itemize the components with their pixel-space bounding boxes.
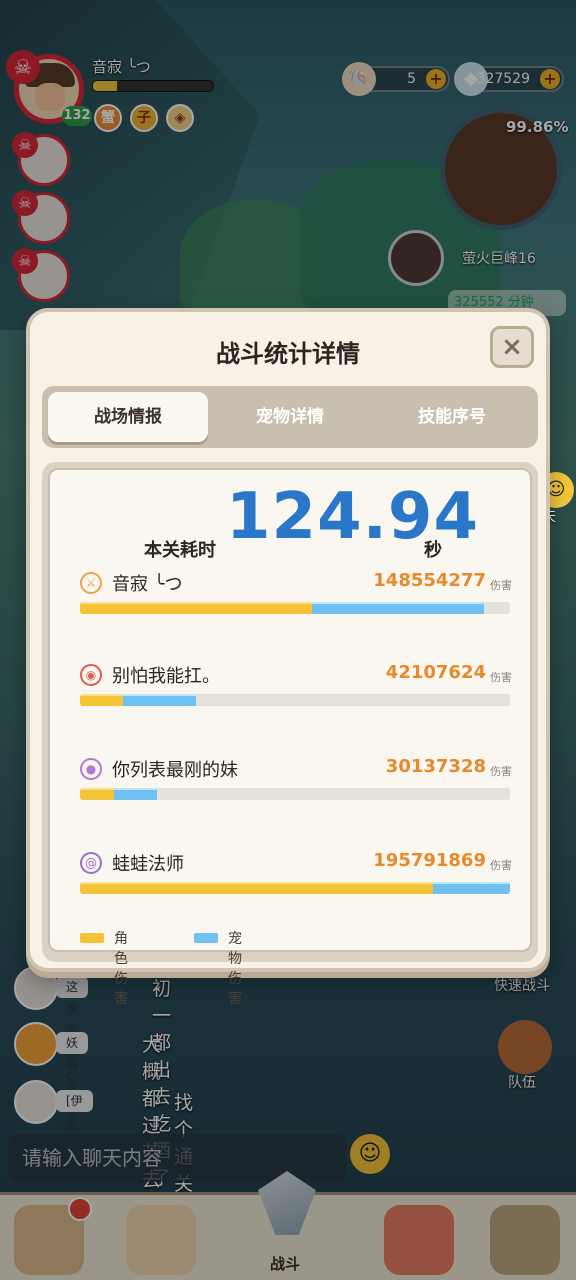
legend-role-label: 角色伤害 xyxy=(114,931,128,1007)
legend-pet-swatch xyxy=(194,933,218,943)
damage-player-name: 别怕我能扛。 xyxy=(112,666,220,687)
modal-title: 战斗统计详情 xyxy=(216,340,360,368)
tab-pet-details[interactable]: 宠物详情 xyxy=(210,392,370,442)
damage-bar xyxy=(80,788,510,800)
damage-total: 42107624 xyxy=(385,662,486,683)
pet-damage-bar xyxy=(114,788,158,800)
tab-bar: 战场情报 宠物详情 技能序号 xyxy=(42,386,538,448)
stats-panel-inner: 本关耗时 124.94 秒 ⚔ 音寂 ╰つ 148554277 伤害 ◉ 别怕我能扛。 42… xyxy=(48,468,532,1007)
battle-stats-modal: 战斗统计详情 × 战场情报 宠物详情 技能序号 本关耗时 124.94 秒 ⚔ 音… xyxy=(26,308,550,1007)
damage-total: 148554277 xyxy=(373,570,486,591)
damage-unit: 伤害 xyxy=(490,579,512,592)
role-damage-bar xyxy=(80,788,115,800)
pet-damage-bar xyxy=(312,602,485,614)
legend-pet-label: 宠物伤害 xyxy=(228,931,242,1007)
legend-role-swatch xyxy=(80,933,104,943)
stats-panel: 本关耗时 124.94 秒 ⚔ 音寂 ╰つ 148554277 伤害 ◉ 别怕我能扛。 42… xyxy=(42,462,538,1007)
damage-player-name: 蛙蛙法师 xyxy=(112,854,184,875)
damage-player-name: 你列表最刚的妹 xyxy=(112,760,238,781)
role-damage-bar xyxy=(80,602,313,614)
time-row: 本关耗时 124.94 秒 xyxy=(50,480,530,561)
tab-skill-order[interactable]: 技能序号 xyxy=(372,392,532,442)
sword-icon: ⚔ xyxy=(80,572,102,594)
damage-row: @ 蛙蛙法师 195791869 伤害 xyxy=(80,850,512,902)
tab-battlefield[interactable]: 战场情报 xyxy=(48,392,208,442)
damage-bar xyxy=(80,602,510,614)
damage-row: ● 你列表最刚的妹 30137328 伤害 xyxy=(80,756,512,808)
close-button[interactable]: × xyxy=(490,326,534,368)
role-damage-bar xyxy=(80,882,433,894)
damage-row: ◉ 别怕我能扛。 42107624 伤害 xyxy=(80,662,512,714)
damage-total: 195791869 xyxy=(373,850,486,871)
damage-bar xyxy=(80,694,510,706)
time-unit: 秒 xyxy=(424,540,442,561)
time-prefix: 本关耗时 xyxy=(144,540,216,561)
damage-bar xyxy=(80,882,510,894)
damage-total: 30137328 xyxy=(385,756,486,777)
role-damage-bar xyxy=(80,694,123,706)
pet-damage-bar xyxy=(432,882,510,894)
shield-icon: ◉ xyxy=(80,664,102,686)
damage-unit: 伤害 xyxy=(490,859,512,872)
damage-player-name: 音寂 ╰つ xyxy=(112,574,183,595)
swirl-icon: @ xyxy=(80,852,102,874)
pet-damage-bar xyxy=(123,694,197,706)
orb-icon: ● xyxy=(80,758,102,780)
damage-row: ⚔ 音寂 ╰つ 148554277 伤害 xyxy=(80,570,512,622)
damage-unit: 伤害 xyxy=(490,765,512,778)
damage-unit: 伤害 xyxy=(490,671,512,684)
